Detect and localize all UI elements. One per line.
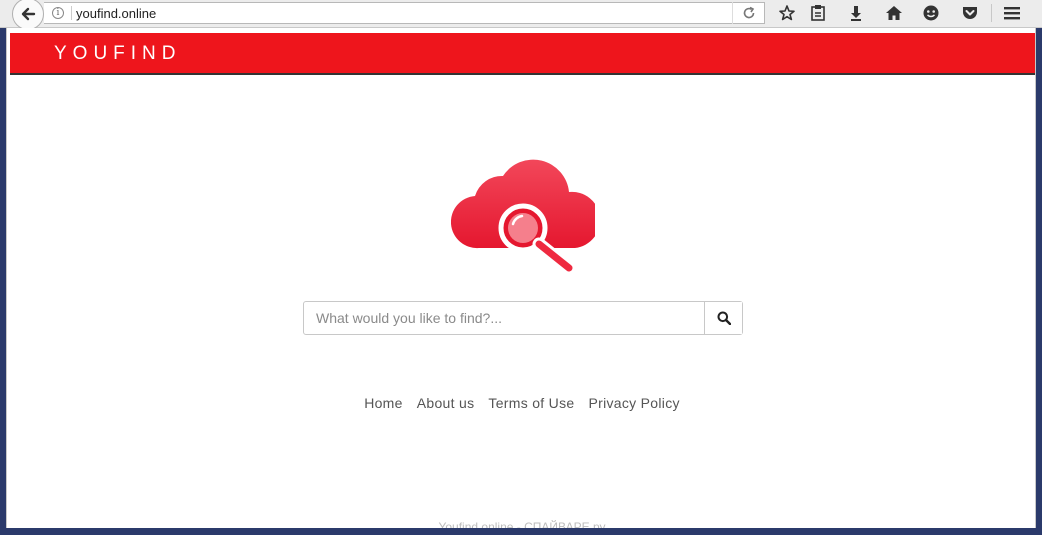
search-button[interactable] [704,302,742,334]
reload-button[interactable] [732,2,764,24]
cloud-search-logo-icon [451,159,595,275]
info-icon[interactable]: i [52,7,64,19]
reading-list-button[interactable] [807,3,829,23]
pocket-icon [963,7,977,19]
pocket-button[interactable] [959,3,981,23]
reload-icon [743,6,754,19]
page-content: YOUFIND Home About us Terms of Use Priva… [6,28,1036,528]
bookmark-button[interactable] [776,3,798,23]
footer-link-home[interactable]: Home [364,395,403,411]
download-button[interactable] [845,3,867,23]
url-text[interactable]: youfind.online [76,6,732,21]
search-box [303,301,743,335]
home-button[interactable] [883,3,905,23]
menu-button[interactable] [1001,3,1023,23]
watermark-text: Youfind.online - СПАЙВАРЕ.ру [438,520,606,528]
footer-link-terms[interactable]: Terms of Use [488,395,574,411]
hello-button[interactable] [920,3,942,23]
brand-logo-text[interactable]: YOUFIND [54,43,182,65]
toolbar-divider [991,4,992,22]
footer-links: Home About us Terms of Use Privacy Polic… [7,395,1035,411]
hello-icon [923,5,939,21]
search-input[interactable] [304,302,704,334]
url-separator [71,6,72,20]
site-header: YOUFIND [10,33,1035,75]
back-button[interactable] [12,0,44,30]
home-icon [886,6,902,20]
footer-link-privacy[interactable]: Privacy Policy [588,395,679,411]
reading-list-icon [811,5,825,21]
back-arrow-icon [21,7,36,21]
browser-toolbar: i youfind.online [0,0,1042,30]
bookmark-star-icon [779,5,795,21]
url-bar[interactable]: i youfind.online [44,2,765,24]
search-icon [717,311,731,325]
footer-link-about[interactable]: About us [417,395,475,411]
menu-icon [1004,7,1020,20]
download-icon [851,6,861,21]
